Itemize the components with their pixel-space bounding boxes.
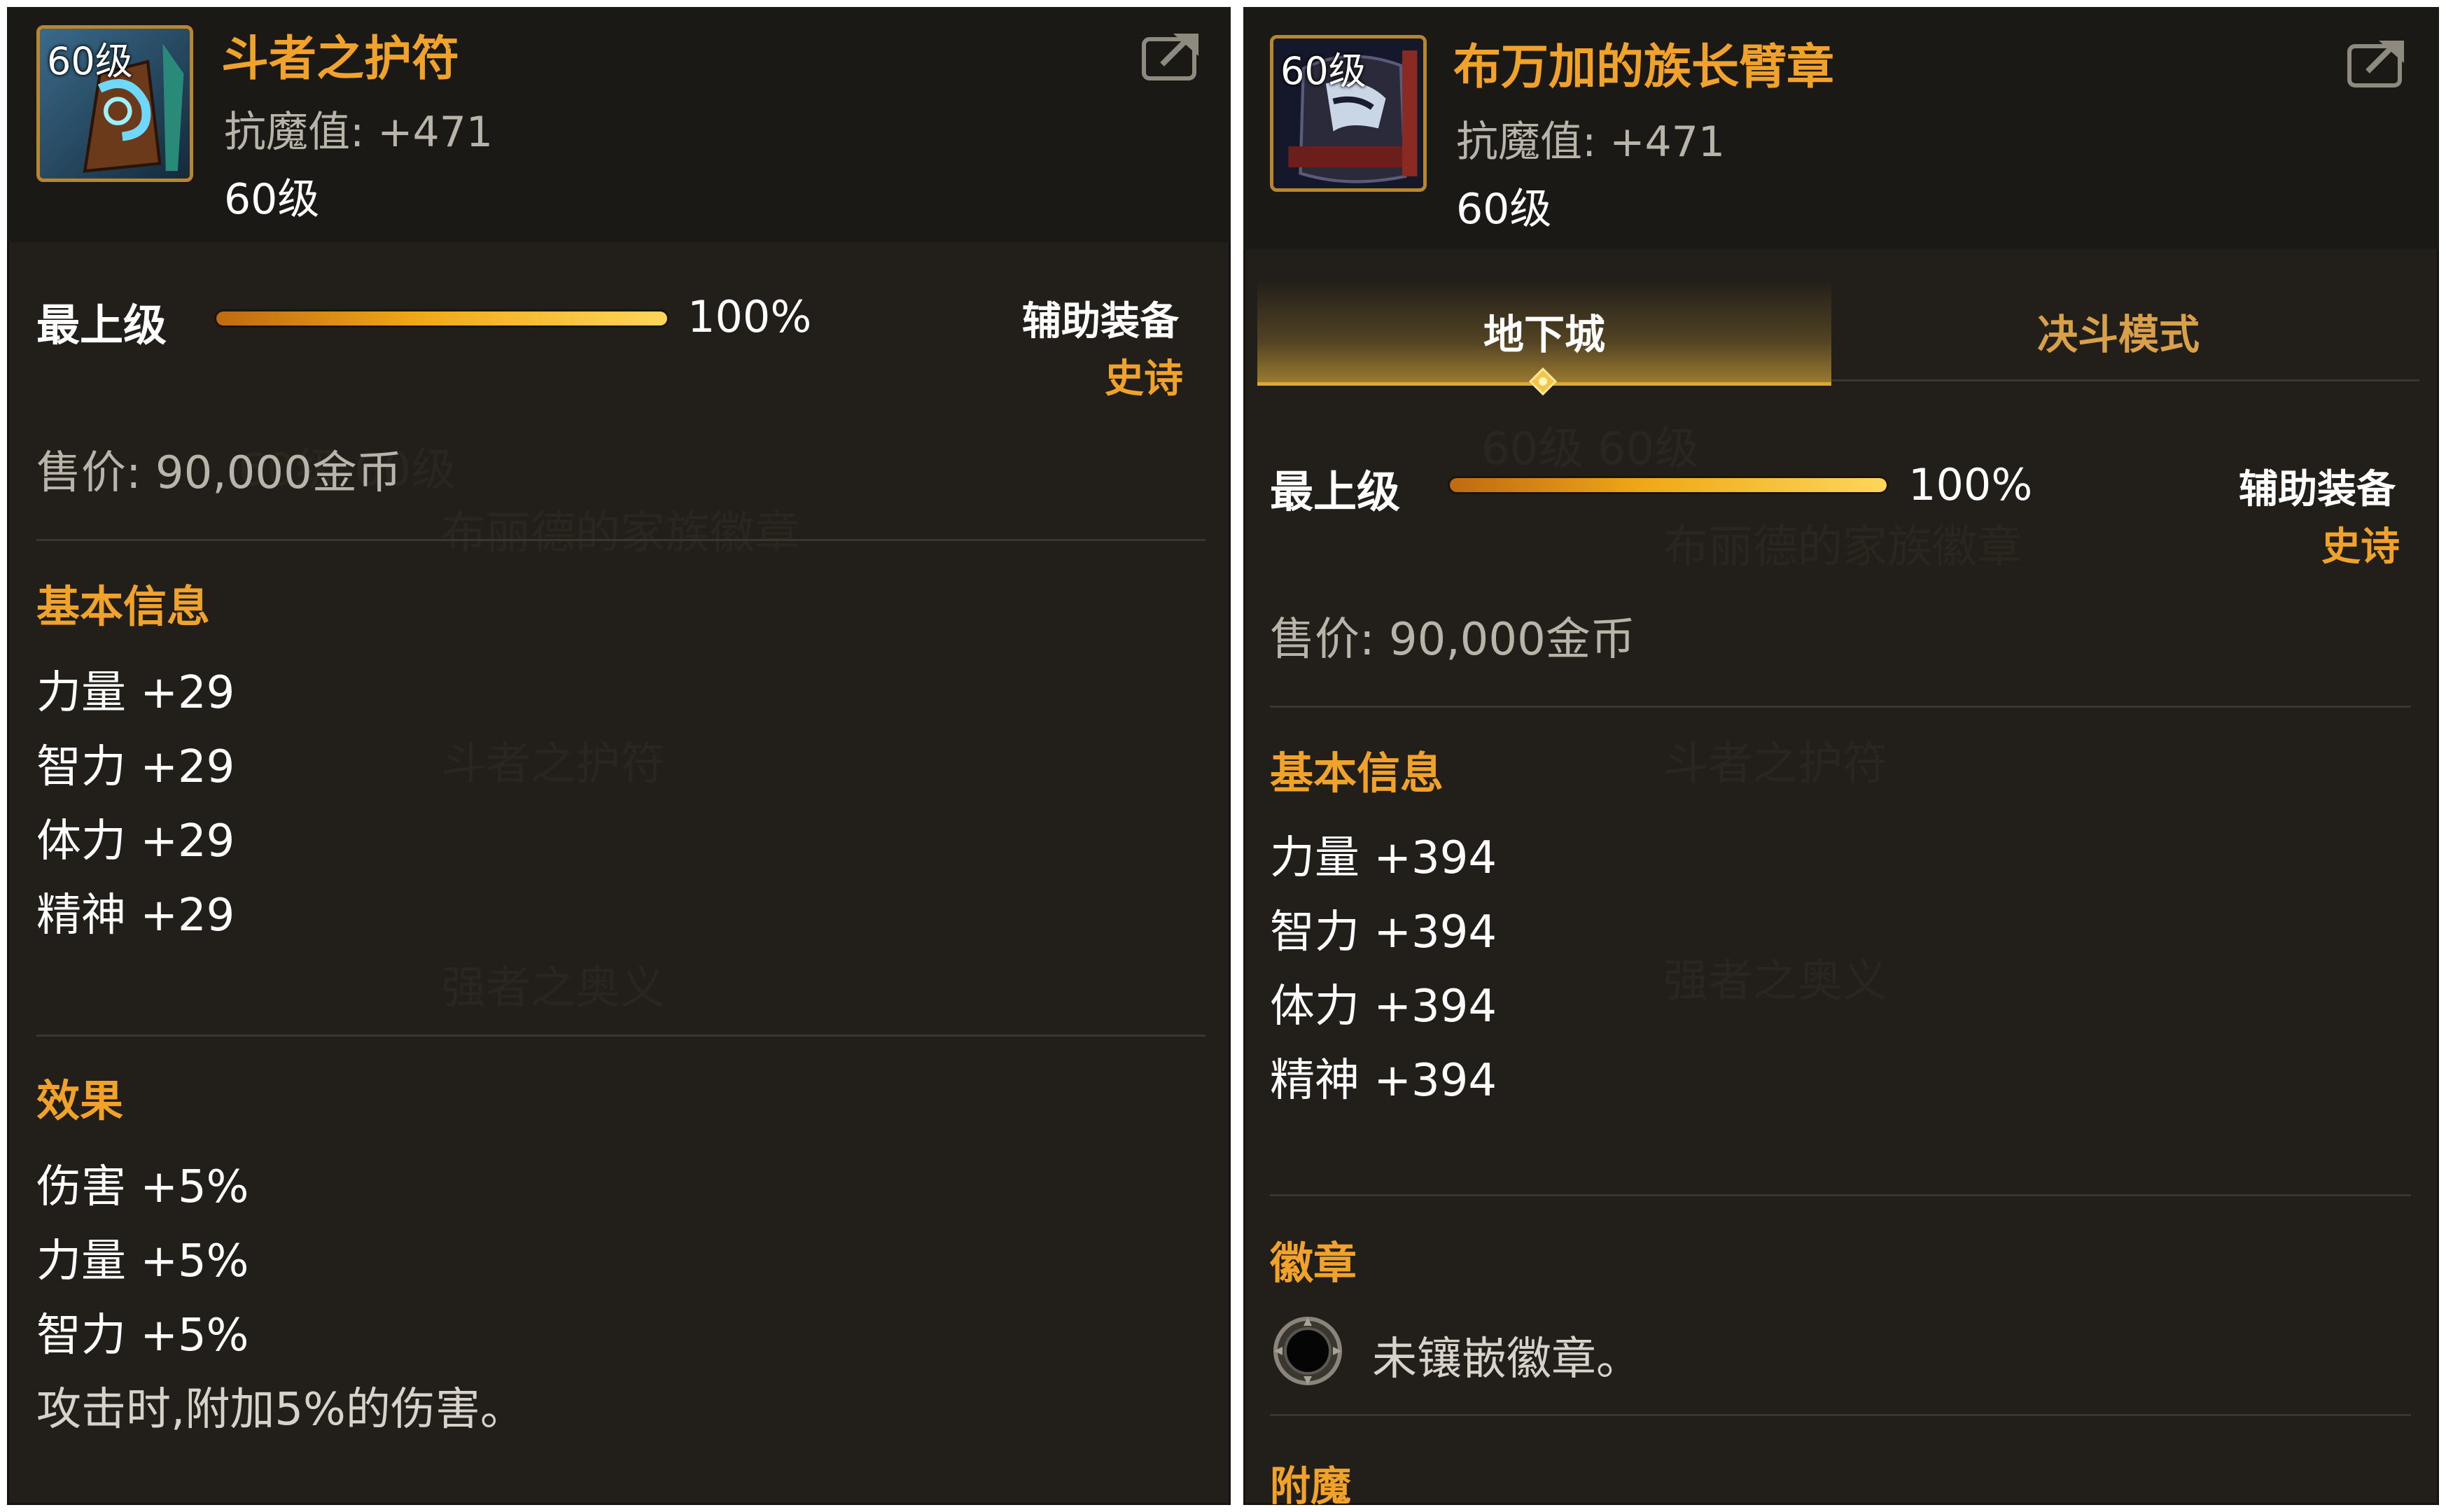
grade-label: 最上级 xyxy=(36,300,167,351)
item-rarity: 史诗 xyxy=(2321,524,2400,570)
tab-pvp[interactable]: 决斗模式 xyxy=(1831,280,2405,382)
effect-entry: 伤害 +5% xyxy=(36,1161,249,1213)
tab-underline xyxy=(1831,379,2419,382)
tab-marker-icon xyxy=(1529,368,1557,396)
basic-stat: 精神 +29 xyxy=(36,890,235,941)
divider xyxy=(1270,706,2411,708)
basic-stat: 体力 +29 xyxy=(36,816,235,867)
effect-title: 效果 xyxy=(36,1075,124,1126)
right-item-tooltip: 60级 60级 布丽德的家族徽章 斗者之护符 强者之奥义 60级 布万加的族长臂… xyxy=(1243,7,2439,1505)
item-level: 60级 xyxy=(224,175,320,224)
anti-magic-value: 抗魔值: +471 xyxy=(224,108,494,157)
effect-entry: 力量 +5% xyxy=(36,1236,249,1287)
effect-entry: 智力 +5% xyxy=(36,1310,249,1362)
divider xyxy=(36,1035,1205,1037)
basic-info-title: 基本信息 xyxy=(1270,748,1444,799)
enchant-title: 附魔 xyxy=(1270,1462,1352,1505)
grade-percent: 100% xyxy=(1908,459,2033,510)
grade-label: 最上级 xyxy=(1270,466,1401,517)
item-type: 辅助装备 xyxy=(1022,299,1179,344)
basic-stat: 智力 +394 xyxy=(1270,906,1497,958)
ghost-background-text: 强者之奥义 xyxy=(1663,955,1887,1007)
grade-bar xyxy=(1448,476,1889,494)
basic-info-title: 基本信息 xyxy=(36,581,211,632)
ghost-background-text: 斗者之护符 xyxy=(1663,738,1887,790)
emblem-empty-text: 未镶嵌徽章。 xyxy=(1372,1334,1641,1385)
item-name: 布万加的族长臂章 xyxy=(1453,40,1835,95)
share-icon[interactable] xyxy=(2345,35,2410,91)
divider xyxy=(1270,1194,2411,1196)
basic-stat: 力量 +29 xyxy=(36,667,235,719)
item-rarity: 史诗 xyxy=(1105,356,1183,402)
icon-level-label: 60级 xyxy=(47,39,133,83)
emblem-slot-icon[interactable] xyxy=(1271,1315,1344,1387)
item-name: 斗者之护符 xyxy=(221,31,460,87)
share-icon[interactable] xyxy=(1140,28,1204,84)
basic-stat: 体力 +394 xyxy=(1270,981,1497,1032)
ghost-background-text: 布丽德的家族徽章 xyxy=(1663,522,2022,573)
mode-tabs: 地下城 决斗模式 xyxy=(1257,280,2425,396)
grade-percent: 100% xyxy=(687,291,812,342)
left-item-tooltip: 60级 60级 布丽德的家族徽章 斗者之护符 强者之奥义 60级 斗者之护符 抗… xyxy=(7,7,1231,1505)
divider xyxy=(36,539,1205,541)
ghost-background-text: 斗者之护符 xyxy=(441,738,665,790)
item-icon: 60级 xyxy=(1270,35,1427,192)
grade-bar-fill xyxy=(216,312,667,326)
ghost-background-text: 60级 60级 xyxy=(1481,424,1700,475)
item-level: 60级 xyxy=(1456,185,1552,234)
basic-stat: 智力 +29 xyxy=(36,741,235,793)
icon-level-label: 60级 xyxy=(1280,49,1367,93)
grade-bar-fill xyxy=(1450,478,1887,492)
divider xyxy=(1270,1414,2411,1416)
item-icon: 60级 xyxy=(36,25,193,182)
item-header: 60级 斗者之护符 抗魔值: +471 60级 xyxy=(7,7,1231,242)
anti-magic-value: 抗魔值: +471 xyxy=(1456,118,1726,167)
item-header: 60级 布万加的族长臂章 抗魔值: +471 60级 xyxy=(1243,7,2439,249)
item-type: 辅助装备 xyxy=(2239,467,2396,512)
basic-stat: 精神 +394 xyxy=(1270,1055,1497,1107)
effect-description: 攻击时,附加5%的伤害。 xyxy=(36,1384,525,1436)
sell-price: 售价: 90,000金币 xyxy=(36,447,402,499)
sell-price: 售价: 90,000金币 xyxy=(1270,614,1635,666)
basic-stat: 力量 +394 xyxy=(1270,832,1497,884)
ghost-background-text: 布丽德的家族徽章 xyxy=(441,507,799,559)
ghost-background-text: 强者之奥义 xyxy=(441,962,665,1014)
grade-bar xyxy=(214,309,669,328)
emblem-title: 徽章 xyxy=(1270,1238,1357,1289)
